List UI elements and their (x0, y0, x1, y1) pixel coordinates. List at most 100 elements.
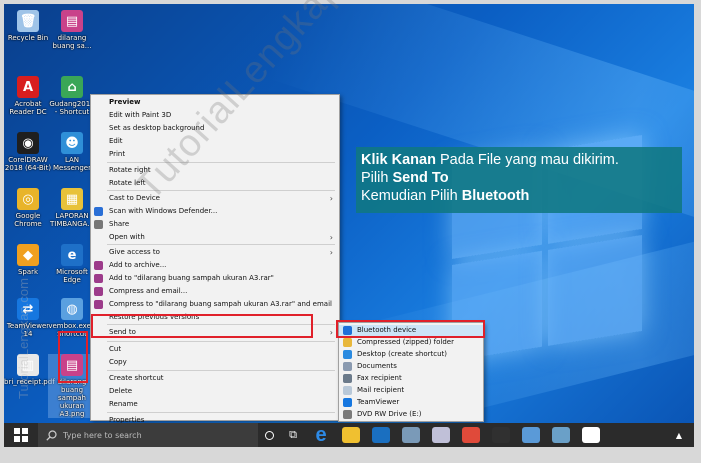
winrar-icon (94, 261, 103, 270)
context-menu-item-label: Create shortcut (109, 374, 164, 382)
share-icon (94, 220, 103, 229)
context-menu-item[interactable]: Scan with Windows Defender... (91, 206, 339, 217)
taskbar-search-box[interactable]: Type here to search (38, 423, 258, 447)
note-line3-pre: Kemudian Pilih (361, 188, 462, 204)
taskbar-app-button[interactable] (516, 423, 546, 447)
zip-folder-icon (343, 338, 352, 347)
menu-separator (107, 341, 335, 342)
context-menu-item[interactable]: Give access to › (91, 247, 339, 258)
context-menu-item[interactable]: Delete (91, 386, 339, 397)
desktop-icon-image: ◆ (17, 244, 39, 266)
taskbar-app-button[interactable] (336, 423, 366, 447)
desktop-icon-image: ◍ (61, 298, 83, 320)
snip-app-icon (552, 427, 570, 443)
desktop-icon[interactable]: ◎ Google Chrome (4, 188, 52, 228)
desktop-icon[interactable]: ☻ LAN Messenger (48, 132, 96, 172)
context-menu-item[interactable]: Open with › (91, 232, 339, 243)
highlight-selected-file (58, 331, 88, 383)
desktop-icon[interactable]: ◆ Spark (4, 244, 52, 276)
winrar-icon (94, 274, 103, 283)
context-menu-item-label: Compress and email... (109, 287, 188, 295)
start-button[interactable] (4, 423, 38, 447)
context-menu-item-label: Add to archive... (109, 261, 167, 269)
desktop-icon[interactable]: e Microsoft Edge (48, 244, 96, 284)
context-menu-item[interactable]: Cut (91, 344, 339, 355)
context-menu-item-label: Print (109, 150, 126, 158)
desktop-icon-label: dilarang buang sampah ukuran A3.png (57, 378, 87, 418)
send-to-item[interactable]: Fax recipient (339, 373, 483, 384)
context-menu-item-label: Delete (109, 387, 132, 395)
context-menu-item[interactable]: Print (91, 149, 339, 160)
chevron-right-icon: › (329, 194, 333, 203)
taskbar-app-button[interactable] (366, 423, 396, 447)
context-menu-item-label: Edit (109, 137, 123, 145)
desktop-icon[interactable]: A Acrobat Reader DC (4, 76, 52, 116)
taskbar-app-button[interactable] (456, 423, 486, 447)
context-menu-item[interactable]: Rename (91, 399, 339, 410)
send-to-item-label: Fax recipient (357, 374, 402, 382)
chevron-right-icon: › (329, 233, 333, 242)
dvd-drive-icon (343, 410, 352, 419)
highlight-send-to (91, 314, 313, 338)
desktop-icon[interactable]: ◉ CorelDRAW 2018 (64-Bit) (4, 132, 52, 172)
winrar-icon (94, 300, 103, 309)
menu-separator (107, 244, 335, 245)
taskbar-app-button[interactable] (546, 423, 576, 447)
desktop-icon-label: Gudang2011 - Shortcut (49, 100, 95, 116)
file-explorer-icon (342, 427, 360, 443)
desktop-icon[interactable]: ▤ dilarang buang sa... (48, 10, 96, 50)
taskbar-app-button[interactable] (396, 423, 426, 447)
context-menu-item[interactable]: Create shortcut (91, 373, 339, 384)
fax-icon (343, 374, 352, 383)
desktop-icon-label: Google Chrome (14, 212, 42, 228)
chevron-up-icon: ▲ (675, 430, 683, 440)
circle-app-icon (522, 427, 540, 443)
context-menu-item-label: Copy (109, 358, 127, 366)
paint-icon (402, 427, 420, 443)
send-to-item[interactable]: Documents (339, 361, 483, 372)
edge-icon: e (315, 423, 327, 446)
watermark-side: TutorialLengkap.com (16, 278, 31, 399)
taskbar-app-button[interactable] (486, 423, 516, 447)
desktop-icon[interactable]: ⌂ Gudang2011 - Shortcut (48, 76, 96, 116)
desktop-icon-label: LAN Messenger (52, 156, 91, 172)
context-menu-item[interactable]: Copy (91, 357, 339, 368)
screenshot-frame: 🗑 Recycle Bin ▤ dilarang buang sa... A Acroba… (0, 0, 701, 463)
send-to-item[interactable]: Mail recipient (339, 385, 483, 396)
context-menu-item[interactable]: Add to "dilarang buang sampah ukuran A3.… (91, 273, 339, 284)
desktop-icon-image: ▤ (61, 10, 83, 32)
context-menu-item[interactable]: Compress to "dilarang buang sampah ukura… (91, 299, 339, 310)
context-menu-item-label: Add to "dilarang buang sampah ukuran A3.… (109, 274, 274, 282)
desktop-icon[interactable]: 🗑 Recycle Bin (4, 10, 52, 42)
desktop-icon-image: ☻ (61, 132, 83, 154)
note-line2-pre: Pilih (361, 170, 393, 186)
context-menu-item[interactable]: Compress and email... (91, 286, 339, 297)
send-to-item[interactable]: Compressed (zipped) folder (339, 337, 483, 348)
context-menu-item[interactable]: Add to archive... (91, 260, 339, 271)
send-to-item[interactable]: TeamViewer (339, 397, 483, 408)
send-to-item[interactable]: Desktop (create shortcut) (339, 349, 483, 360)
context-menu-item-label: Preview (109, 98, 141, 106)
context-menu-item[interactable]: Share (91, 219, 339, 230)
edge-taskbar-button[interactable]: e (306, 423, 336, 447)
desktop-icon-label: Microsoft Edge (56, 268, 88, 284)
windows-start-icon (14, 428, 28, 442)
desktop-icon-label: dilarang buang sa... (52, 34, 92, 50)
taskbar-app-button[interactable] (426, 423, 456, 447)
context-menu-item[interactable]: Rotate right (91, 165, 339, 176)
terminal-icon (492, 427, 510, 443)
desktop-icon-image: ◎ (17, 188, 39, 210)
desktop-icon[interactable]: ▦ LAPORAN TIMBANGA... (48, 188, 96, 228)
context-menu-item-label: Rename (109, 400, 138, 408)
taskbar-app-button[interactable] (576, 423, 606, 447)
desktop-icon-image: ⌂ (61, 76, 83, 98)
send-to-item[interactable]: DVD RW Drive (E:) (339, 409, 483, 420)
send-to-item-label: DVD RW Drive (E:) (357, 410, 422, 418)
tray-overflow-button[interactable]: ▲ (664, 423, 694, 447)
word-icon (582, 427, 600, 443)
context-menu-item[interactable]: Cast to Device › (91, 193, 339, 204)
desktop-icon (343, 350, 352, 359)
desktop-icon-image: e (61, 244, 83, 266)
task-view-button[interactable]: ⧉ (280, 423, 306, 447)
cortana-button[interactable] (258, 423, 280, 447)
